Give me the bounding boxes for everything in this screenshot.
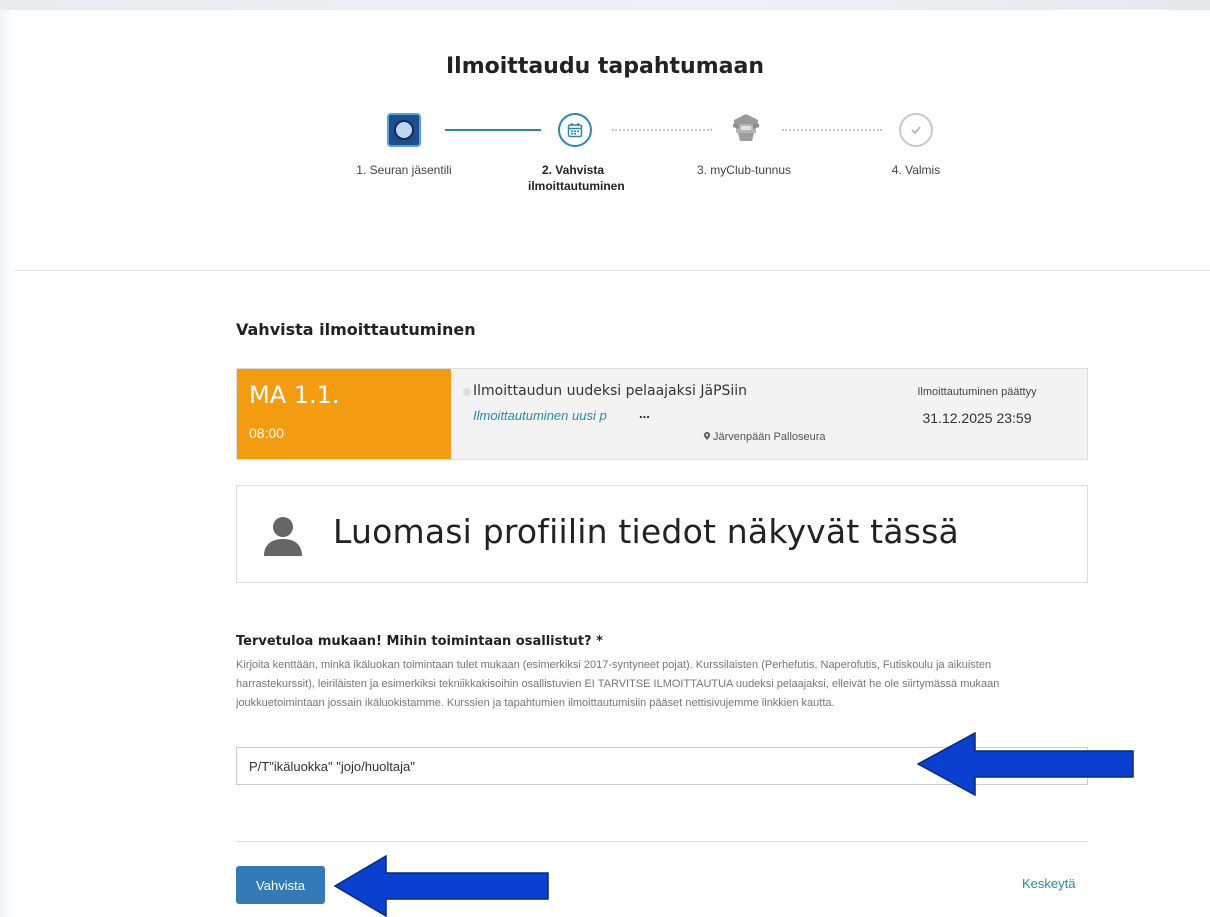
deadline-value: 31.12.2025 23:59 xyxy=(922,410,1032,426)
divider xyxy=(14,270,1210,271)
annotation-arrow-left-icon xyxy=(334,855,549,917)
event-card: MA 1.1. 08:00 Ilmoittaudun uudeksi pelaa… xyxy=(236,368,1088,460)
event-link-ellipsis: ... xyxy=(639,406,650,421)
step-label-2: 2. Vahvista ilmoittautuminen xyxy=(528,163,625,193)
stepper-line-pending xyxy=(612,129,712,131)
annotation-arrow-left-icon xyxy=(917,732,1134,796)
page-title: Ilmoittaudu tapahtumaan xyxy=(446,54,764,79)
step-label-3: 3. myClub-tunnus xyxy=(696,163,792,177)
calendar-icon xyxy=(558,113,592,147)
question-help-text: Kirjoita kenttään, minkä ikäluokan toimi… xyxy=(236,659,1000,709)
left-edge xyxy=(0,10,14,917)
event-date-block: MA 1.1. 08:00 xyxy=(237,369,451,459)
profile-box: Luomasi profiilin tiedot näkyvät tässä xyxy=(236,485,1088,583)
stepper-line-pending xyxy=(782,129,882,131)
event-time: 08:00 xyxy=(249,425,285,441)
deadline-label: Ilmoittautuminen päättyy xyxy=(917,386,1037,398)
map-pin-icon xyxy=(703,432,711,440)
bullet-icon xyxy=(463,388,471,396)
section-title: Vahvista ilmoittautuminen xyxy=(236,320,476,339)
check-icon xyxy=(899,113,933,147)
myclub-logo-icon xyxy=(729,110,763,144)
stepper-line-complete xyxy=(445,129,541,131)
event-day: MA 1.1. xyxy=(249,381,340,409)
question-label: Tervetuloa mukaan! Mihin toimintaan osal… xyxy=(236,634,603,649)
profile-placeholder-text: Luomasi profiilin tiedot näkyvät tässä xyxy=(333,512,959,551)
club-logo-icon xyxy=(387,113,421,147)
user-icon xyxy=(264,517,302,556)
event-name: Ilmoittaudun uudeksi pelaajaksi JäPSiin xyxy=(473,383,748,399)
cancel-link[interactable]: Keskeytä xyxy=(1022,876,1075,891)
divider xyxy=(236,841,1088,842)
step-label-4: 4. Valmis xyxy=(891,163,941,177)
event-location-text: Järvenpään Palloseura xyxy=(713,431,826,443)
event-location: Järvenpään Palloseura xyxy=(703,431,826,443)
event-link[interactable]: Ilmoittautuminen uusi p xyxy=(473,408,607,423)
top-bar xyxy=(0,0,1210,10)
step-label-1: 1. Seuran jäsentili xyxy=(356,163,452,177)
confirm-button[interactable]: Vahvista xyxy=(236,866,325,904)
